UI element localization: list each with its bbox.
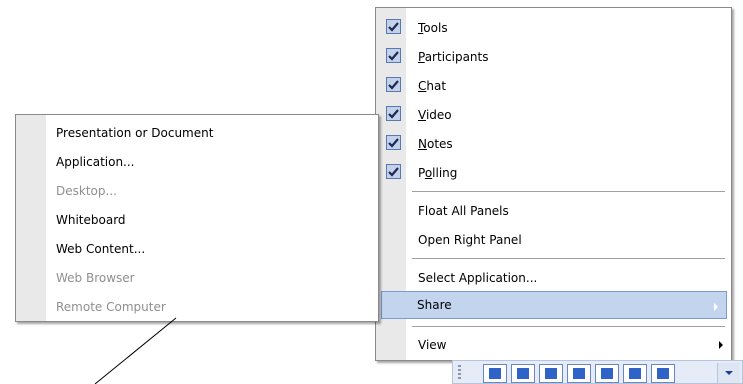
- callout-line: [94, 317, 177, 384]
